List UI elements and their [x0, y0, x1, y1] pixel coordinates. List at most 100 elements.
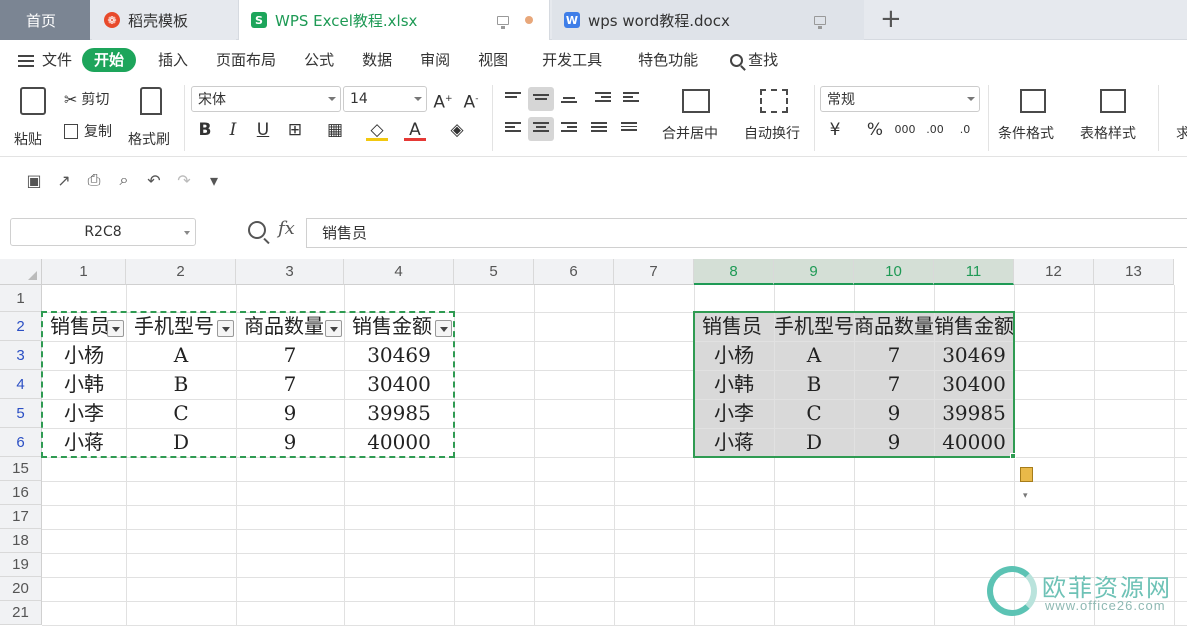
zoom-icon[interactable]: [248, 221, 266, 239]
col-header-8[interactable]: 8: [694, 259, 774, 285]
indent-increase-button[interactable]: [618, 87, 644, 111]
menu-start[interactable]: 开始: [82, 48, 137, 72]
monitor-icon[interactable]: [814, 15, 826, 29]
table-style-button[interactable]: 表格样式: [1078, 85, 1152, 149]
col-header-6[interactable]: 6: [534, 259, 614, 285]
align-bottom-button[interactable]: [556, 87, 582, 111]
cond-format-button[interactable]: 条件格式: [996, 85, 1072, 149]
col-header-5[interactable]: 5: [454, 259, 534, 285]
row-header-19[interactable]: 19: [0, 553, 42, 577]
menu-insert[interactable]: 插入: [144, 48, 202, 72]
wrap-text-button[interactable]: 自动换行: [742, 85, 808, 149]
thousands-icon[interactable]: 000: [894, 119, 916, 141]
indent-decrease-button[interactable]: [590, 87, 616, 111]
menu-review[interactable]: 审阅: [406, 48, 464, 72]
row-header-5[interactable]: 5: [0, 399, 42, 428]
fill-handle[interactable]: [1010, 453, 1016, 459]
eraser-icon[interactable]: ◈: [446, 119, 468, 141]
col-header-7[interactable]: 7: [614, 259, 694, 285]
customize-icon[interactable]: ▾: [204, 170, 224, 190]
export-icon[interactable]: ↗: [54, 170, 74, 190]
border-icon[interactable]: ⊞: [284, 119, 306, 141]
row-header-6[interactable]: 6: [0, 428, 42, 457]
align-right-button[interactable]: [556, 117, 582, 141]
row-header-21[interactable]: 21: [0, 601, 42, 625]
col-header-10[interactable]: 10: [854, 259, 934, 285]
col-header-11[interactable]: 11: [934, 259, 1014, 285]
redo-icon[interactable]: ↷: [174, 170, 194, 190]
menu-formula[interactable]: 公式: [290, 48, 348, 72]
wrap-icon: [760, 89, 788, 113]
print-icon[interactable]: ⎙: [84, 170, 104, 190]
tab-home[interactable]: 首页: [0, 0, 90, 40]
name-box[interactable]: R2C8: [10, 218, 196, 246]
font-name-select[interactable]: 宋体: [191, 86, 341, 112]
save-icon[interactable]: ▣: [24, 170, 44, 190]
menu-page-layout[interactable]: 页面布局: [202, 48, 290, 72]
decimal-decrease-icon[interactable]: .0: [954, 119, 976, 141]
row-header-18[interactable]: 18: [0, 529, 42, 553]
decimal-increase-icon[interactable]: .00: [924, 119, 946, 141]
font-size-select[interactable]: 14: [343, 86, 427, 112]
font-color-icon[interactable]: A: [404, 119, 426, 141]
number-format-select[interactable]: 常规: [820, 86, 980, 112]
new-tab-button[interactable]: +: [880, 6, 902, 32]
tab-word-file[interactable]: W wps word教程.docx: [552, 0, 864, 40]
select-all-corner[interactable]: [0, 259, 42, 285]
underline-button[interactable]: U: [252, 119, 274, 141]
sum-button[interactable]: 求: [1176, 123, 1187, 143]
format-painter-button[interactable]: 格式刷: [126, 85, 178, 149]
hamburger-icon: [18, 54, 34, 67]
italic-button[interactable]: I: [222, 119, 244, 141]
col-header-9[interactable]: 9: [774, 259, 854, 285]
row-header-4[interactable]: 4: [0, 370, 42, 399]
bold-button[interactable]: B: [194, 119, 216, 141]
formula-input[interactable]: 销售员: [306, 218, 1187, 248]
row-header-1[interactable]: 1: [0, 285, 42, 312]
align-middle-button[interactable]: [528, 87, 554, 111]
monitor-icon[interactable]: [497, 15, 509, 29]
row-header-15[interactable]: 15: [0, 457, 42, 481]
tab-excel-file[interactable]: S WPS Excel教程.xlsx: [238, 0, 550, 40]
distributed-button[interactable]: [616, 117, 642, 141]
col-header-2[interactable]: 2: [126, 259, 236, 285]
menu-view[interactable]: 视图: [464, 48, 522, 72]
fill-color-icon[interactable]: ◇: [366, 119, 388, 141]
row-header-17[interactable]: 17: [0, 505, 42, 529]
row-header-3[interactable]: 3: [0, 341, 42, 370]
currency-icon[interactable]: ¥: [824, 119, 846, 141]
tab-template[interactable]: ❁ 稻壳模板: [92, 0, 236, 40]
tab-excel-label: WPS Excel教程.xlsx: [275, 11, 418, 30]
print-preview-icon[interactable]: ⌕: [114, 170, 134, 190]
col-header-3[interactable]: 3: [236, 259, 344, 285]
percent-button[interactable]: %: [864, 119, 886, 141]
menu-file[interactable]: 文件: [0, 48, 82, 72]
menu-search[interactable]: 查找: [712, 48, 792, 72]
col-gridline: [534, 285, 535, 625]
col-header-13[interactable]: 13: [1094, 259, 1174, 285]
menu-features[interactable]: 特色功能: [616, 48, 712, 72]
spreadsheet-grid[interactable]: 1 2 3 4 5 6 7 8 9 10 11 12 13 1 2 3 4 5 6 15 16 17 18 19 20 21 销售员…: [0, 259, 1187, 626]
row-header-20[interactable]: 20: [0, 577, 42, 601]
menu-data[interactable]: 数据: [348, 48, 406, 72]
fx-icon[interactable]: fx: [278, 218, 295, 239]
align-top-button[interactable]: [500, 87, 526, 111]
col-header-4[interactable]: 4: [344, 259, 454, 285]
font-grow-icon[interactable]: A+: [432, 88, 454, 113]
cut-button[interactable]: ✂ 剪切: [64, 89, 109, 109]
paste-button[interactable]: 粘贴: [12, 85, 52, 149]
fill-pattern-icon[interactable]: ▦: [324, 119, 346, 141]
align-left-button[interactable]: [500, 117, 526, 141]
merge-center-button[interactable]: 合并居中: [660, 85, 736, 149]
row-header-16[interactable]: 16: [0, 481, 42, 505]
align-center-button[interactable]: [528, 117, 554, 141]
justify-button[interactable]: [586, 117, 612, 141]
col-header-1[interactable]: 1: [42, 259, 126, 285]
copy-button[interactable]: 复制: [64, 121, 112, 141]
menu-dev-tools[interactable]: 开发工具: [522, 48, 616, 72]
undo-icon[interactable]: ↶: [144, 170, 164, 190]
font-shrink-icon[interactable]: A-: [460, 88, 482, 113]
row-header-2[interactable]: 2: [0, 312, 42, 341]
paste-options-icon[interactable]: ▾: [1020, 467, 1038, 501]
col-header-12[interactable]: 12: [1014, 259, 1094, 285]
